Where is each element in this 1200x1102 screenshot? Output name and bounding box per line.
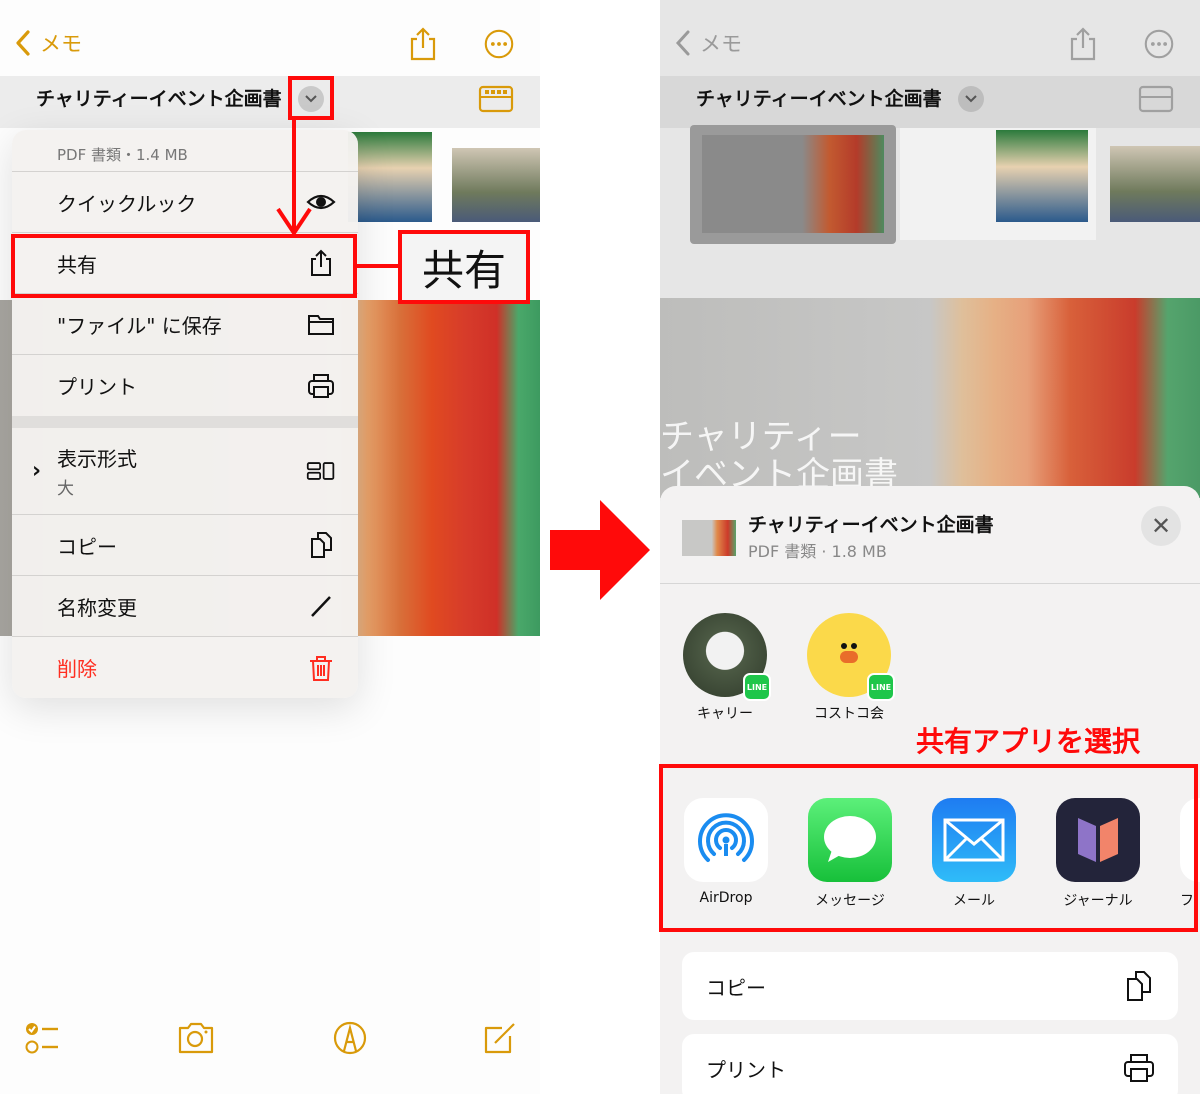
copy-icon xyxy=(311,532,332,558)
camera-icon[interactable] xyxy=(176,1018,216,1058)
menu-item-delete[interactable]: 削除 xyxy=(12,637,358,698)
markup-icon[interactable] xyxy=(330,1018,370,1058)
menu-item-label: "ファイル" に保存 xyxy=(57,313,222,338)
back-button[interactable]: メモ xyxy=(12,28,82,58)
menu-item-save-to-files[interactable]: "ファイル" に保存 xyxy=(12,294,358,355)
annotation-callout: 共有 xyxy=(398,230,530,304)
annotation-connector xyxy=(357,264,400,268)
menu-item-label: コピー xyxy=(57,534,117,559)
contact-name: コストコ会 xyxy=(814,706,884,722)
share-contact[interactable]: LINE コストコ会 xyxy=(804,613,895,723)
page-thumbnail-selected[interactable] xyxy=(690,125,896,244)
avatar: LINE xyxy=(807,613,895,701)
close-button[interactable]: ✕ xyxy=(1141,506,1181,546)
menu-item-label: 名称変更 xyxy=(57,595,137,620)
back-label: メモ xyxy=(40,32,82,56)
file-thumbnail xyxy=(682,520,736,556)
share-icon[interactable] xyxy=(406,26,440,62)
printer-icon xyxy=(1124,1054,1154,1082)
back-label: メモ xyxy=(700,32,742,56)
compose-icon[interactable] xyxy=(480,1018,520,1058)
left-screen: メモ チャリティーイベント企画書 PDF 書類・1.4 MB クイックルック 共… xyxy=(0,0,540,1094)
checklist-icon[interactable] xyxy=(24,1018,64,1058)
share-file-info: PDF 書類 · 1.8 MB xyxy=(748,542,887,561)
share-action-print[interactable]: プリント xyxy=(682,1034,1178,1102)
copy-icon xyxy=(1127,971,1151,1001)
annotation-highlight-apps xyxy=(659,764,1198,932)
nav-bar: メモ xyxy=(0,0,540,76)
trash-icon xyxy=(310,655,332,681)
share-sheet-header: チャリティーイベント企画書 PDF 書類 · 1.8 MB ✕ xyxy=(660,486,1200,584)
chevron-left-icon xyxy=(675,30,690,56)
nav-bar: メモ xyxy=(660,0,1200,76)
menu-file-info: PDF 書類・1.4 MB xyxy=(12,130,358,172)
chevron-down-icon xyxy=(965,95,977,103)
more-icon[interactable] xyxy=(482,26,516,62)
menu-item-label: 削除 xyxy=(57,657,97,681)
share-action-copy[interactable]: コピー xyxy=(682,952,1178,1020)
document-options-button[interactable] xyxy=(958,86,984,112)
share-contact[interactable]: LINE キャリー xyxy=(680,613,771,723)
menu-item-label: プリント xyxy=(57,375,137,399)
annotation-highlight-options xyxy=(288,76,334,120)
action-label: プリント xyxy=(706,1057,786,1082)
pencil-icon xyxy=(311,596,331,617)
menu-item-sublabel: 大 xyxy=(57,479,74,499)
page-thumbnail[interactable] xyxy=(900,128,1096,240)
document-title: チャリティーイベント企画書 xyxy=(36,88,282,110)
page-thumbnail[interactable] xyxy=(348,132,432,222)
layout-icon xyxy=(306,462,335,480)
document-title: チャリティーイベント企画書 xyxy=(696,88,942,110)
page-thumbnails-icon[interactable] xyxy=(1138,84,1174,114)
more-icon[interactable] xyxy=(1142,26,1176,62)
annotation-label: 共有アプリを選択 xyxy=(916,725,1141,758)
folder-icon xyxy=(308,315,334,335)
menu-item-copy[interactable]: コピー xyxy=(12,515,358,576)
annotation-highlight-share xyxy=(11,234,357,298)
transition-arrow-icon xyxy=(550,500,650,600)
menu-item-label: 表示形式 xyxy=(57,447,137,471)
share-file-title: チャリティーイベント企画書 xyxy=(748,514,994,536)
document-cover-title: チャリティー イベント企画書 xyxy=(660,418,898,494)
menu-item-view-format[interactable]: › 表示形式 大 xyxy=(12,428,358,515)
page-thumbnails-icon[interactable] xyxy=(478,84,514,114)
action-label: コピー xyxy=(706,975,766,1000)
share-icon[interactable] xyxy=(1066,26,1100,62)
menu-item-label: クイックルック xyxy=(57,191,197,216)
contact-name: キャリー xyxy=(697,706,753,722)
page-thumbnail[interactable] xyxy=(1110,146,1200,222)
cover-title-line: チャリティー xyxy=(660,417,862,457)
menu-item-rename[interactable]: 名称変更 xyxy=(12,576,358,637)
line-badge-icon: LINE xyxy=(867,673,895,701)
line-badge-icon: LINE xyxy=(743,673,771,701)
chevron-left-icon xyxy=(16,30,30,56)
chevron-right-icon: › xyxy=(32,458,42,484)
menu-item-print[interactable]: プリント xyxy=(12,355,358,428)
avatar: LINE xyxy=(683,613,771,701)
page-thumbnail[interactable] xyxy=(452,148,540,222)
printer-icon xyxy=(308,373,334,398)
bottom-toolbar xyxy=(0,1018,540,1068)
annotation-arrowhead xyxy=(276,207,312,237)
back-button[interactable]: メモ xyxy=(672,28,742,58)
close-icon: ✕ xyxy=(1150,512,1172,540)
